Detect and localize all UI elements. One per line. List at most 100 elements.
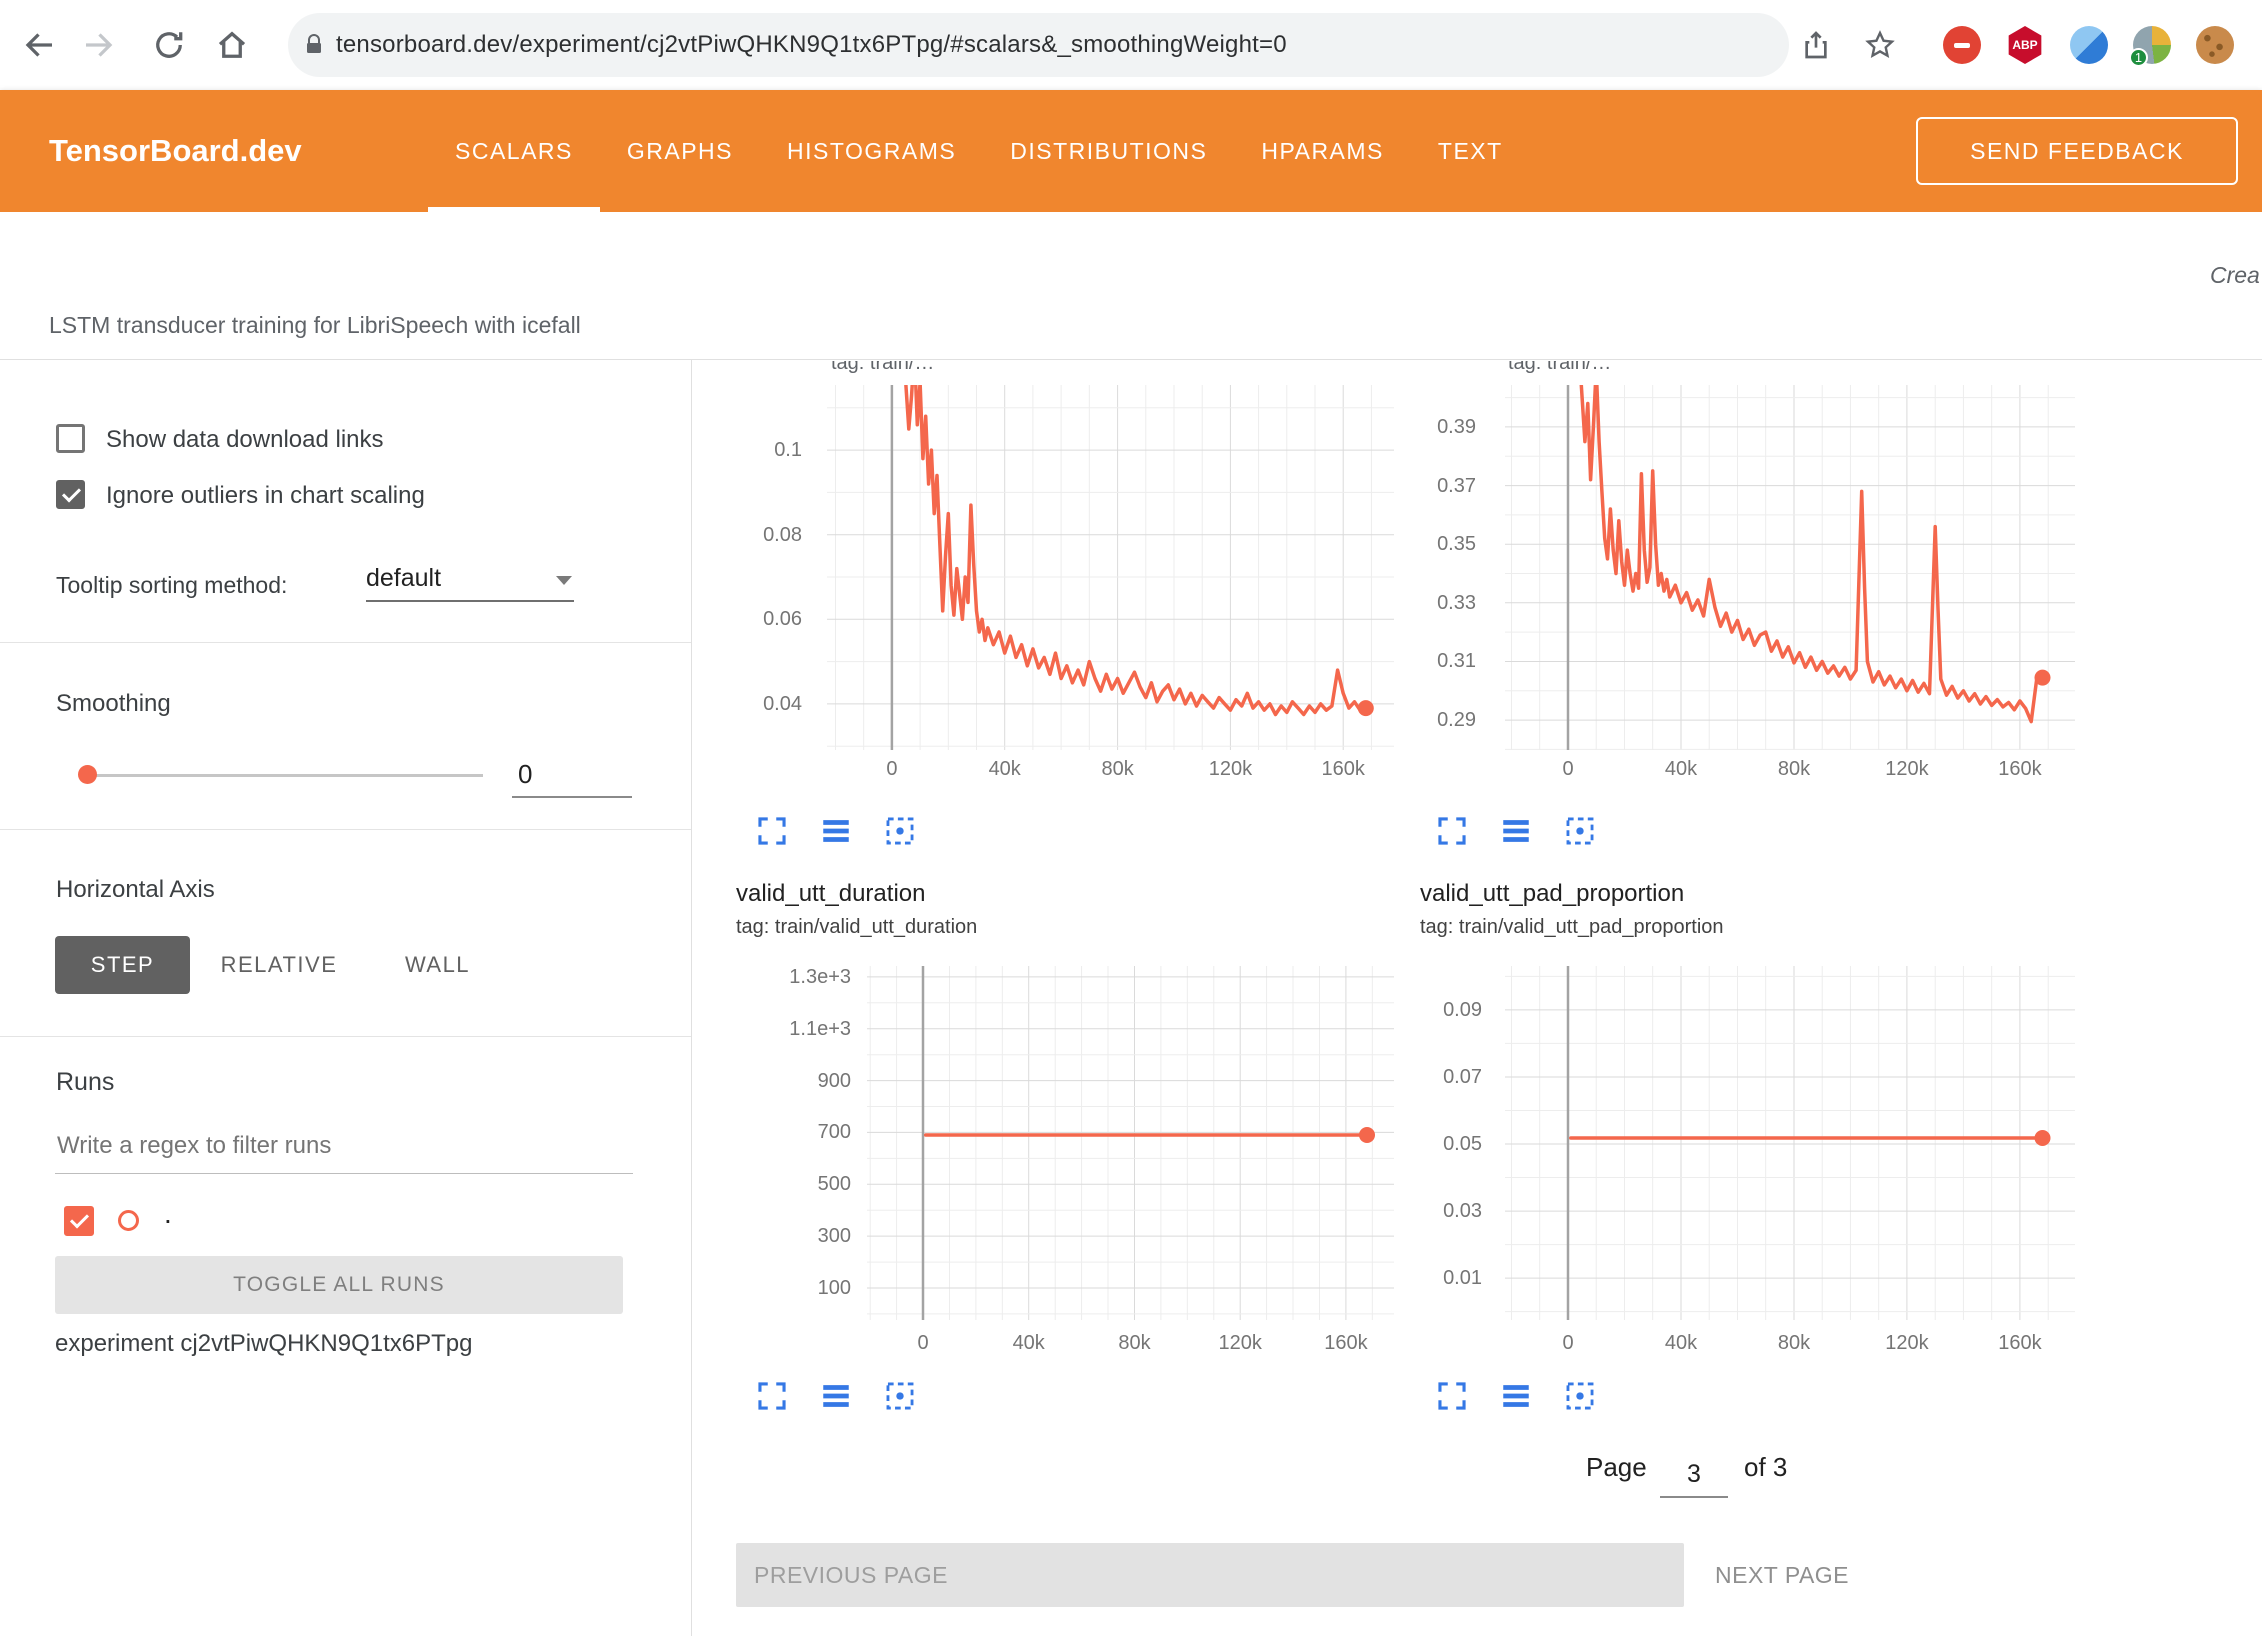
y-axis-labels: 1003005007009001.1e+31.3e+3 [745,966,851,1320]
send-feedback-button[interactable]: SEND FEEDBACK [1916,117,2238,185]
run-selector-icon[interactable] [817,812,855,850]
x-axis-tick-label: 0 [917,1332,928,1355]
scalar-chart-plot[interactable] [827,385,1394,750]
page-number-input[interactable] [1660,1452,1728,1498]
extension-cookie-icon[interactable] [2196,26,2234,64]
x-axis-tick-label: 120k [1885,1332,1928,1355]
y-axis-tick-label: 300 [818,1224,851,1248]
x-axis-tick-label: 160k [1322,758,1365,781]
tab-distributions[interactable]: DISTRIBUTIONS [983,90,1234,212]
y-axis-labels: 0.010.030.050.070.09 [1376,966,1482,1320]
y-axis-tick-label: 0.06 [763,607,802,631]
runs-label: Runs [56,1068,114,1097]
toggle-all-runs-button[interactable]: TOGGLE ALL RUNS [55,1256,623,1314]
chart-title: valid_utt_duration [736,880,925,908]
url-text: tensorboard.dev/experiment/cj2vtPiwQHKN9… [336,31,1287,59]
experiment-id-label: experiment cj2vtPiwQHKN9Q1tx6PTpg [55,1330,473,1358]
y-axis-tick-label: 900 [818,1069,851,1093]
browser-toolbar: tensorboard.dev/experiment/cj2vtPiwQHKN9… [0,0,2262,90]
extension-adblock-icon[interactable] [1943,26,1981,64]
browser-back-icon[interactable] [20,25,60,65]
expand-chart-icon[interactable] [1433,1377,1471,1415]
app-logo[interactable]: TensorBoard.dev [49,90,302,212]
y-axis-tick-label: 0.29 [1437,708,1476,732]
extension-blue-icon[interactable] [2070,26,2108,64]
smoothing-label: Smoothing [56,690,171,718]
browser-home-icon[interactable] [212,25,252,65]
y-axis-tick-label: 0.33 [1437,591,1476,615]
fit-domain-icon[interactable] [881,1377,919,1415]
run-selector-icon[interactable] [1497,1377,1535,1415]
chart-tag: tag: train/valid_utt_duration [736,916,977,939]
y-axis-tick-label: 0.39 [1437,415,1476,439]
chart-action-row [1433,812,1599,850]
y-axis-labels: 0.290.310.330.350.370.39 [1370,385,1476,750]
chart-tag: tag: train/valid_utt_pad_proportion [1420,916,1724,939]
y-axis-tick-label: 1.1e+3 [789,1017,851,1041]
browser-forward-icon[interactable] [78,25,118,65]
x-axis-tick-label: 40k [1665,1332,1697,1355]
y-axis-tick-label: 500 [818,1172,851,1196]
clipped-chart-tag: tag: train/… [1508,361,2068,376]
show-download-links-checkbox[interactable] [56,424,85,453]
expand-chart-icon[interactable] [1433,812,1471,850]
run-checkbox[interactable] [64,1206,94,1236]
y-axis-tick-label: 0.37 [1437,474,1476,498]
smoothing-slider-thumb[interactable] [78,765,97,784]
x-axis-tick-label: 0 [886,758,897,781]
tab-scalars[interactable]: SCALARS [428,90,600,212]
x-axis-tick-label: 0 [1562,758,1573,781]
extension-abp-icon[interactable]: ABP [2006,26,2044,64]
axis-relative-button[interactable]: RELATIVE [214,936,344,994]
x-axis-labels: 040k80k120k160k [867,1332,1394,1360]
tab-histograms[interactable]: HISTOGRAMS [760,90,983,212]
share-icon[interactable] [1798,27,1834,63]
browser-reload-icon[interactable] [149,25,189,65]
experiment-subtitle: LSTM transducer training for LibriSpeech… [49,312,581,339]
x-axis-labels: 040k80k120k160k [1505,758,2075,786]
run-color-circle [118,1210,139,1231]
divider [0,829,691,830]
tab-text[interactable]: TEXT [1411,90,1530,212]
smoothing-slider-track[interactable] [87,774,483,777]
expand-chart-icon[interactable] [753,812,791,850]
tab-hparams[interactable]: HPARAMS [1234,90,1411,212]
scalar-chart-plot[interactable] [1505,966,2075,1320]
y-axis-tick-label: 1.3e+3 [789,965,851,989]
bookmark-star-icon[interactable] [1862,27,1898,63]
ignore-outliers-checkbox[interactable] [56,480,85,509]
clipped-chart-tag: tag: train/… [831,361,1391,376]
scalar-chart-plot[interactable] [1505,385,2075,750]
previous-page-button[interactable]: PREVIOUS PAGE [736,1543,1684,1607]
expand-chart-icon[interactable] [753,1377,791,1415]
run-selector-icon[interactable] [1497,812,1535,850]
fit-domain-icon[interactable] [1561,1377,1599,1415]
scalar-chart-plot[interactable] [867,966,1394,1320]
x-axis-labels: 040k80k120k160k [1505,1332,2075,1360]
fit-domain-icon[interactable] [1561,812,1599,850]
smoothing-value-input[interactable] [512,752,632,798]
chevron-down-icon [556,576,572,585]
page: tensorboard.dev/experiment/cj2vtPiwQHKN9… [0,0,2262,1636]
tooltip-sorting-dropdown[interactable]: default [366,556,574,602]
run-selector-icon[interactable] [817,1377,855,1415]
x-axis-tick-label: 80k [1778,758,1810,781]
url-bar[interactable]: tensorboard.dev/experiment/cj2vtPiwQHKN9… [288,13,1789,77]
chart-action-row [1433,1377,1599,1415]
axis-step-button[interactable]: STEP [55,936,190,994]
next-page-button[interactable]: NEXT PAGE [1715,1558,1849,1592]
axis-wall-button[interactable]: WALL [390,936,485,994]
y-axis-tick-label: 100 [818,1276,851,1300]
app-header: TensorBoard.dev SCALARS GRAPHS HISTOGRAM… [0,90,2262,212]
fit-domain-icon[interactable] [881,812,919,850]
ignore-outliers-label: Ignore outliers in chart scaling [106,482,425,510]
runs-filter-input[interactable] [55,1118,633,1174]
x-axis-tick-label: 120k [1209,758,1252,781]
x-axis-tick-label: 40k [989,758,1021,781]
show-download-links-label: Show data download links [106,426,384,454]
y-axis-tick-label: 0.04 [763,692,802,716]
x-axis-tick-label: 80k [1101,758,1133,781]
tab-graphs[interactable]: GRAPHS [600,90,760,212]
x-axis-tick-label: 160k [1324,1332,1367,1355]
profile-avatar[interactable]: 1 [2133,26,2171,64]
